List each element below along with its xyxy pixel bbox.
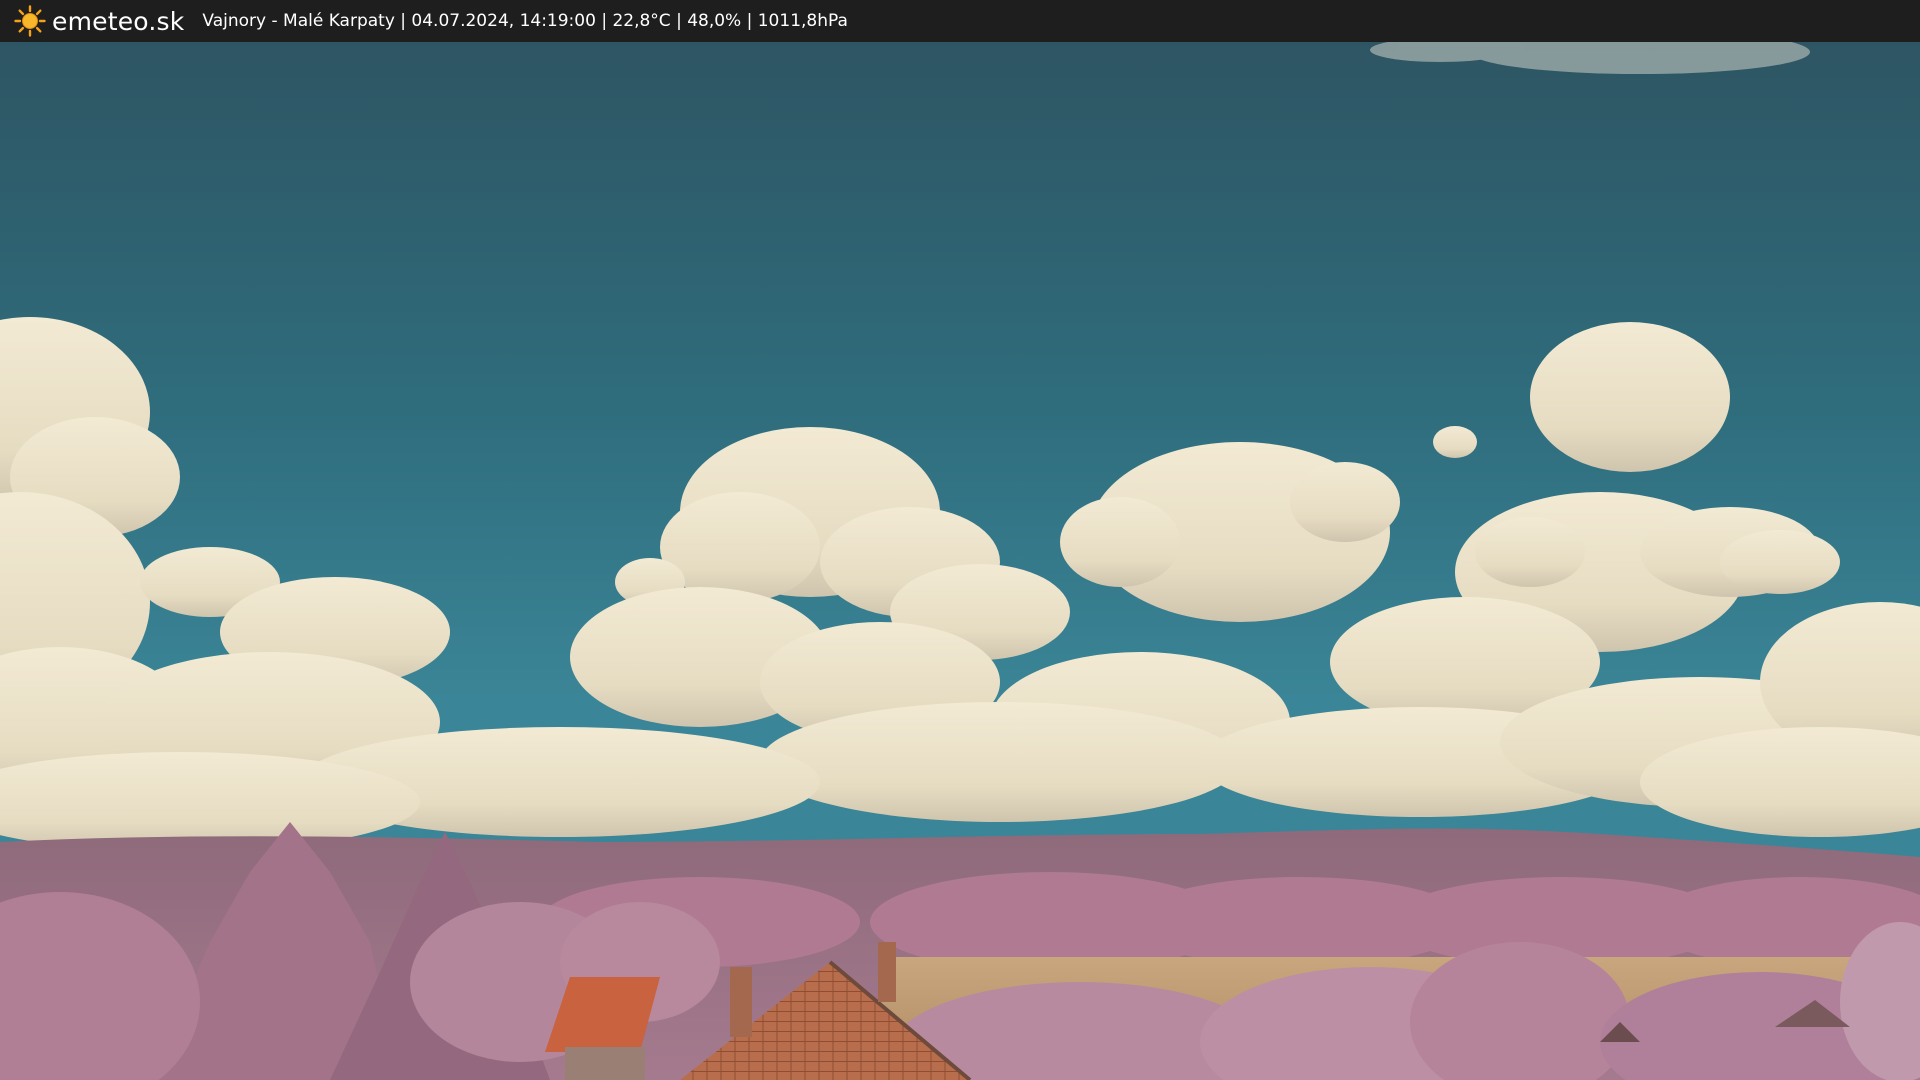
brand: emeteo.sk (14, 5, 184, 37)
caption-bar: emeteo.sk Vajnory - Malé Karpaty | 04.07… (0, 0, 1920, 42)
webcam-frame: emeteo.sk Vajnory - Malé Karpaty | 04.07… (0, 0, 1920, 1080)
brand-name: emeteo.sk (52, 6, 185, 36)
webcam-image (0, 42, 1920, 1080)
sun-icon (14, 5, 46, 37)
station-caption: Vajnory - Malé Karpaty | 04.07.2024, 14:… (202, 11, 848, 31)
